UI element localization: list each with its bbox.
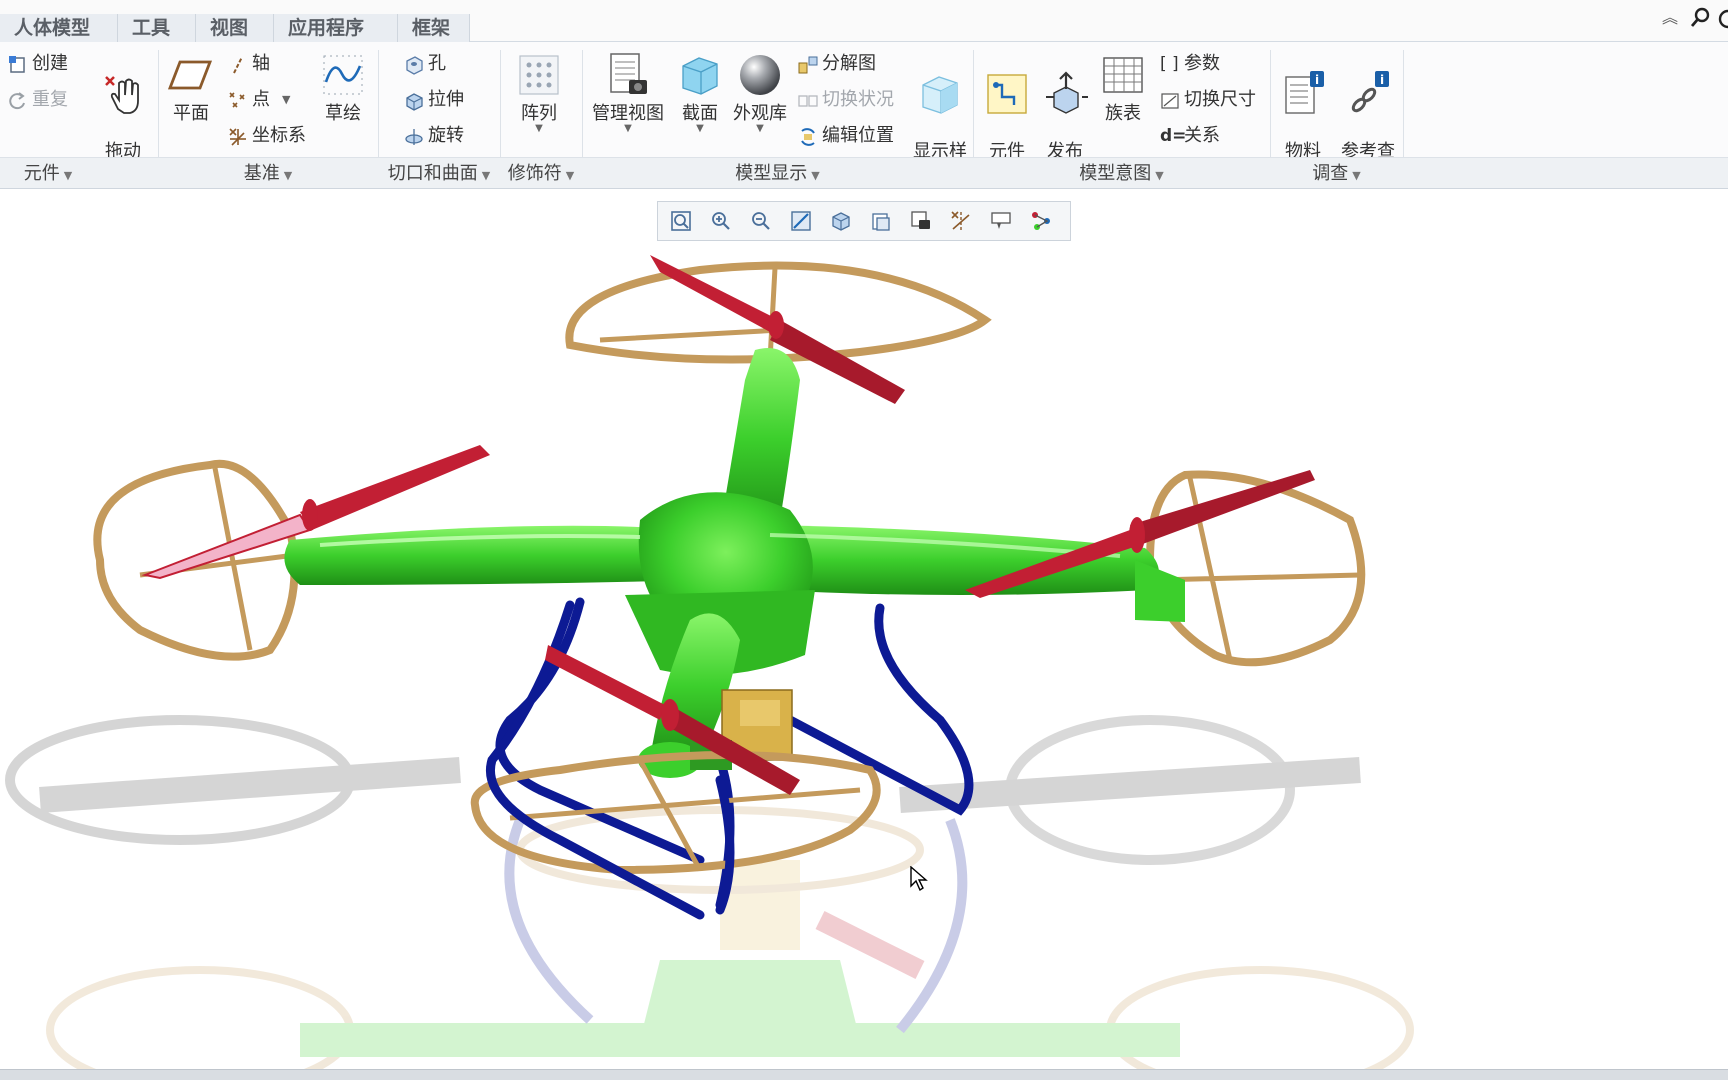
pattern-dropdown-icon[interactable]: ▼ bbox=[504, 123, 574, 135]
view-toolbar bbox=[657, 201, 1071, 241]
manage-views-icon bbox=[605, 52, 651, 98]
hole-button[interactable]: 孔 bbox=[404, 48, 446, 80]
datum-display-filters-icon[interactable] bbox=[942, 204, 980, 238]
chevron-down-icon: ▼ bbox=[63, 169, 73, 182]
svg-text:i: i bbox=[1380, 73, 1384, 87]
mouse-cursor-icon bbox=[910, 866, 928, 892]
switch-dimensions-icon bbox=[1160, 90, 1180, 110]
appearance-gallery-button[interactable]: 外观库 ▼ bbox=[724, 52, 796, 135]
redo-button[interactable]: 重复 bbox=[8, 84, 68, 116]
spin-center-icon[interactable] bbox=[1022, 204, 1060, 238]
collapse-ribbon-icon[interactable]: ︽ bbox=[1662, 4, 1678, 28]
manage-views-button[interactable]: 管理视图 ▼ bbox=[590, 52, 666, 135]
point-dropdown-icon[interactable]: ▼ bbox=[282, 84, 290, 116]
manage-views-dropdown-icon[interactable]: ▼ bbox=[590, 123, 666, 135]
datum-axis-button[interactable]: 轴 bbox=[228, 48, 270, 80]
toggle-status-button[interactable]: 切换状况 bbox=[798, 84, 894, 116]
help-icon[interactable] bbox=[1718, 8, 1728, 35]
zoom-out-icon[interactable] bbox=[742, 204, 780, 238]
parameters-button[interactable]: [ ] 参数 bbox=[1160, 48, 1220, 80]
display-style-cube-icon bbox=[917, 71, 963, 117]
repaint-icon[interactable] bbox=[782, 204, 820, 238]
csys-icon bbox=[228, 126, 248, 146]
appearance-sphere-icon bbox=[737, 52, 783, 98]
zoom-in-icon[interactable] bbox=[702, 204, 740, 238]
group-label-model-display[interactable]: 模型显示 ▼ bbox=[582, 158, 973, 190]
section-icon bbox=[677, 52, 723, 98]
display-style-icon[interactable] bbox=[902, 204, 940, 238]
toggle-status-icon bbox=[798, 90, 818, 110]
relations-button[interactable]: d= 关系 bbox=[1160, 120, 1220, 152]
tab-manikin[interactable]: 人体模型 bbox=[0, 14, 118, 42]
group-label-datum[interactable]: 基准 ▼ bbox=[158, 158, 378, 190]
create-button[interactable]: 创建 bbox=[8, 48, 68, 80]
chevron-down-icon: ▼ bbox=[811, 169, 820, 182]
plane-icon bbox=[167, 52, 214, 98]
svg-text:i: i bbox=[1315, 73, 1319, 87]
pattern-button[interactable]: 阵列 ▼ bbox=[504, 52, 574, 135]
parameters-icon: [ ] bbox=[1160, 54, 1179, 74]
graphics-viewport[interactable] bbox=[0, 189, 1728, 1069]
menu-bar: 人体模型 工具 视图 应用程序 框架 ︽ bbox=[0, 0, 1728, 42]
reference-viewer-icon: i bbox=[1345, 71, 1391, 117]
family-table-button[interactable]: 族表 bbox=[1088, 52, 1158, 123]
tab-framework[interactable]: 框架 bbox=[398, 14, 470, 42]
chevron-down-icon: ▼ bbox=[565, 169, 575, 182]
drag-hand-icon bbox=[100, 71, 146, 117]
appearance-dropdown-icon[interactable]: ▼ bbox=[724, 123, 796, 135]
chevron-down-icon: ▼ bbox=[283, 169, 293, 182]
tab-view[interactable]: 视图 bbox=[196, 14, 274, 42]
exploded-view-button[interactable]: 分解图 bbox=[798, 48, 876, 80]
revolve-button[interactable]: 旋转 bbox=[404, 120, 464, 152]
bom-icon: i bbox=[1280, 71, 1326, 117]
axis-icon bbox=[228, 54, 248, 74]
drone-model-render[interactable] bbox=[0, 189, 1728, 1069]
extrude-icon bbox=[404, 90, 424, 111]
chevron-down-icon: ▼ bbox=[1352, 169, 1361, 182]
right-propeller-guard bbox=[1145, 470, 1366, 667]
chevron-down-icon: ▼ bbox=[1155, 169, 1164, 182]
pattern-icon bbox=[516, 52, 562, 98]
sketch-button[interactable]: 草绘 bbox=[308, 52, 378, 123]
coordinate-system-button[interactable]: 坐标系 bbox=[228, 120, 306, 152]
status-bar bbox=[0, 1069, 1728, 1080]
group-label-modifiers[interactable]: 修饰符 ▼ bbox=[500, 158, 582, 190]
zoom-fit-icon[interactable] bbox=[662, 204, 700, 238]
edit-position-icon bbox=[798, 126, 818, 146]
group-label-model-intent[interactable]: 模型意图 ▼ bbox=[973, 158, 1270, 190]
extrude-button[interactable]: 拉伸 bbox=[404, 84, 464, 116]
saved-views-icon[interactable] bbox=[862, 204, 900, 238]
annotation-display-icon[interactable] bbox=[982, 204, 1020, 238]
create-component-icon bbox=[8, 54, 28, 74]
group-label-cuts-surfaces[interactable]: 切口和曲面 ▼ bbox=[378, 158, 500, 190]
tab-applications[interactable]: 应用程序 bbox=[274, 14, 398, 42]
saved-orientations-icon[interactable] bbox=[822, 204, 860, 238]
ribbon-group-labels: 元件 ▼ 基准 ▼ 切口和曲面 ▼ 修饰符 ▼ 模型显示 ▼ 模型意图 ▼ 调查 ▼ bbox=[0, 157, 1728, 189]
point-icon bbox=[228, 90, 248, 110]
tab-tools[interactable]: 工具 bbox=[118, 14, 196, 42]
datum-point-button[interactable]: 点 ▼ bbox=[228, 84, 290, 116]
hole-icon bbox=[404, 54, 424, 75]
revolve-icon bbox=[404, 126, 424, 146]
exploded-view-icon bbox=[798, 54, 818, 74]
family-table-icon bbox=[1100, 52, 1146, 98]
relations-icon: d= bbox=[1160, 126, 1187, 146]
floor-reflection bbox=[5, 715, 1414, 1069]
datum-plane-button[interactable]: 平面 bbox=[156, 52, 226, 123]
chevron-down-icon: ▼ bbox=[481, 169, 491, 182]
publish-geometry-icon bbox=[1042, 71, 1088, 117]
redo-icon bbox=[8, 90, 28, 110]
component-interface-icon bbox=[984, 71, 1030, 117]
sketch-icon bbox=[320, 52, 366, 98]
group-label-components[interactable]: 元件 ▼ bbox=[0, 158, 96, 190]
search-icon[interactable] bbox=[1690, 6, 1712, 33]
edit-position-button[interactable]: 编辑位置 bbox=[798, 120, 894, 152]
group-label-investigate[interactable]: 调查 ▼ bbox=[1270, 158, 1403, 190]
switch-dimensions-button[interactable]: 切换尺寸 bbox=[1160, 84, 1256, 116]
